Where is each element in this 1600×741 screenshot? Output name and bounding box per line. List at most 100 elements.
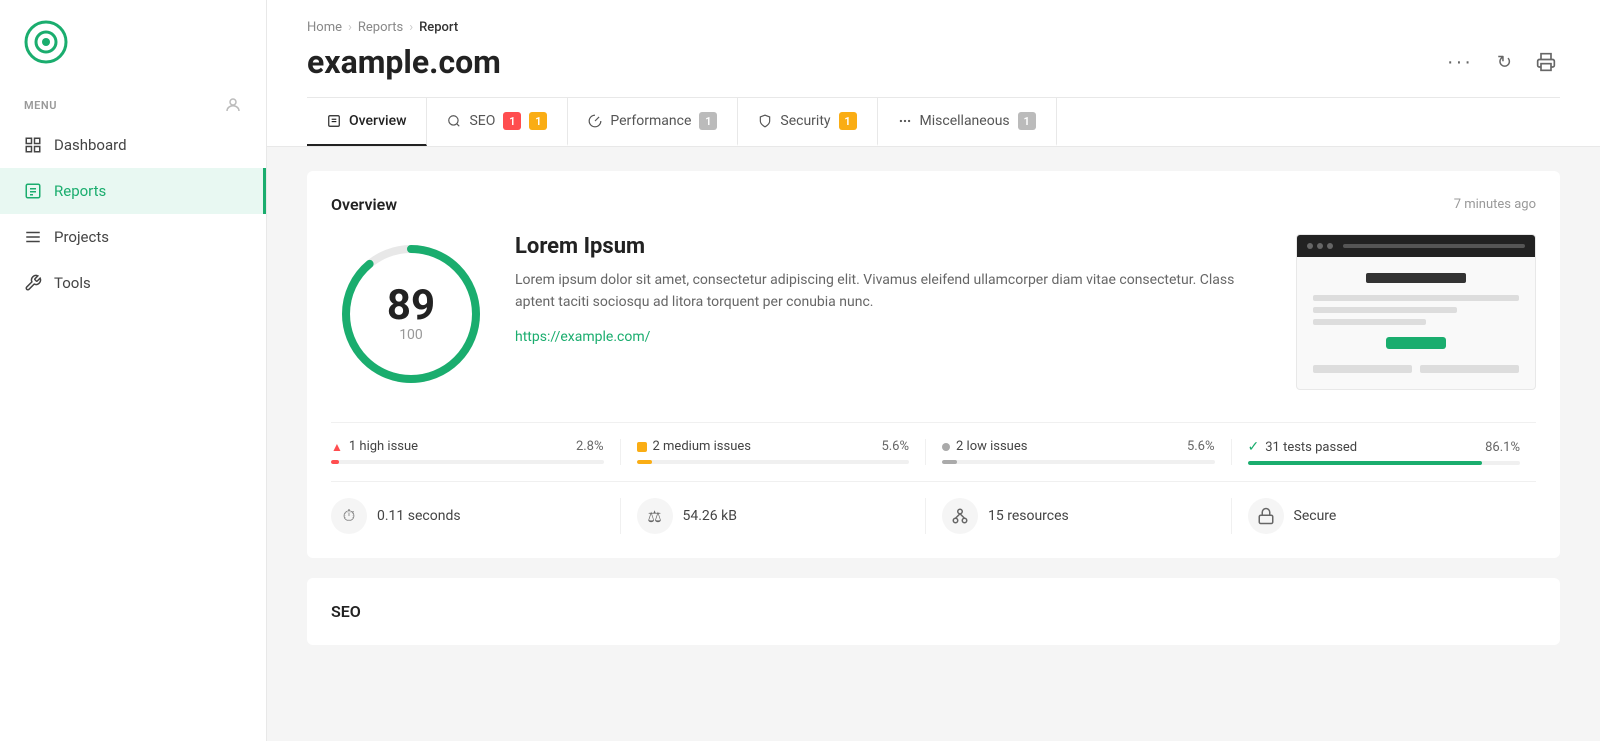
- seo-section: SEO: [307, 578, 1560, 645]
- menu-label: MENU: [0, 84, 266, 122]
- issue-passed-bar: [1248, 461, 1521, 465]
- page-content: Overview 7 minutes ago 89 100: [267, 147, 1600, 669]
- mockup-title: [1366, 273, 1466, 283]
- security-tab-icon: [758, 114, 772, 128]
- breadcrumb-sep-2: ›: [409, 20, 413, 35]
- issue-passed-pct: 86.1%: [1485, 440, 1520, 455]
- circle-gray-icon: [942, 443, 950, 451]
- issue-medium: 2 medium issues 5.6%: [620, 439, 926, 465]
- issue-medium-pct: 5.6%: [881, 439, 909, 454]
- mockup-dot-3: [1327, 243, 1333, 249]
- score-value: 89: [387, 285, 435, 327]
- performance-badge: 1: [699, 112, 717, 130]
- issue-high: ▲ 1 high issue 2.8%: [331, 439, 620, 465]
- print-icon: [1536, 52, 1556, 72]
- tab-seo[interactable]: SEO 1 1: [427, 98, 568, 146]
- issue-high-fill: [331, 460, 339, 464]
- issue-high-label: ▲ 1 high issue: [331, 439, 418, 454]
- overview-link[interactable]: https://example.com/: [515, 329, 650, 345]
- mockup-line-2: [1313, 307, 1457, 313]
- miscellaneous-badge: 1: [1018, 112, 1036, 130]
- overview-tab-icon: [327, 114, 341, 128]
- issue-high-pct: 2.8%: [576, 439, 604, 454]
- issues-row: ▲ 1 high issue 2.8% 2 medium issue: [331, 422, 1536, 465]
- issue-passed: ✓ 31 tests passed 86.1%: [1231, 439, 1537, 465]
- sidebar-item-reports[interactable]: Reports: [0, 168, 266, 214]
- stats-row: ⏱ 0.11 seconds ⚖ 54.26 kB 15 resources: [331, 481, 1536, 534]
- issue-medium-bar: [637, 460, 910, 464]
- mockup-footer-block-1: [1313, 365, 1412, 373]
- seo-tab-icon: [447, 114, 461, 128]
- tab-bar: Overview SEO 1 1 Performance 1: [307, 97, 1560, 146]
- logo: [0, 0, 266, 84]
- breadcrumb-sep-1: ›: [348, 20, 352, 35]
- lock-icon: [1257, 507, 1275, 525]
- performance-tab-icon: [588, 114, 602, 128]
- issue-medium-fill: [637, 460, 652, 464]
- mockup-url-bar: [1343, 244, 1525, 248]
- stat-resources: 15 resources: [925, 498, 1231, 534]
- sidebar: MENU Dashboard Reports Projects: [0, 0, 267, 741]
- overview-section: Overview 7 minutes ago 89 100: [307, 171, 1560, 558]
- issue-low-fill: [942, 460, 957, 464]
- overview-heading: Lorem Ipsum: [515, 234, 1272, 259]
- more-options-button[interactable]: ···: [1443, 47, 1477, 78]
- mockup-line-3: [1313, 319, 1426, 325]
- mockup-dot-1: [1307, 243, 1313, 249]
- mockup-footer: [1297, 365, 1535, 389]
- mockup-dot-2: [1317, 243, 1323, 249]
- overview-description: Lorem Ipsum Lorem ipsum dolor sit amet, …: [515, 234, 1272, 345]
- sidebar-item-projects[interactable]: Projects: [0, 214, 266, 260]
- issue-medium-label: 2 medium issues: [637, 439, 751, 454]
- time-icon: ⏱: [331, 498, 367, 534]
- tab-overview[interactable]: Overview: [307, 98, 427, 146]
- issue-low-label: 2 low issues: [942, 439, 1027, 454]
- size-icon: ⚖: [637, 498, 673, 534]
- print-button[interactable]: [1532, 48, 1560, 76]
- breadcrumb: Home › Reports › Report: [307, 20, 1560, 35]
- sidebar-item-dashboard[interactable]: Dashboard: [0, 122, 266, 168]
- header-actions: ··· ↻: [1443, 47, 1560, 78]
- app-logo: [24, 20, 68, 64]
- tab-security[interactable]: Security 1: [738, 98, 877, 146]
- mockup-footer-block-2: [1420, 365, 1519, 373]
- tab-miscellaneous[interactable]: Miscellaneous 1: [878, 98, 1057, 146]
- tab-performance[interactable]: Performance 1: [568, 98, 738, 146]
- seo-badge-red: 1: [503, 112, 521, 130]
- triangle-icon: ▲: [331, 440, 343, 454]
- dashboard-icon: [24, 136, 42, 154]
- overview-header: Overview 7 minutes ago: [331, 195, 1536, 214]
- issue-low: 2 low issues 5.6%: [925, 439, 1231, 465]
- issue-passed-fill: [1248, 461, 1483, 465]
- seo-badge-yellow: 1: [529, 112, 547, 130]
- secure-icon: [1248, 498, 1284, 534]
- check-icon: ✓: [1248, 439, 1260, 455]
- preview-mockup: [1296, 234, 1536, 390]
- reports-icon: [24, 182, 42, 200]
- score-inner: 89 100: [387, 285, 435, 343]
- mockup-browser-bar: [1297, 235, 1535, 257]
- issue-low-bar: [942, 460, 1215, 464]
- sidebar-item-tools[interactable]: Tools: [0, 260, 266, 306]
- mockup-body: [1297, 257, 1535, 365]
- resources-icon: [942, 498, 978, 534]
- security-badge: 1: [839, 112, 857, 130]
- main-content: Home › Reports › Report example.com ··· …: [267, 0, 1600, 741]
- score-circle: 89 100: [331, 234, 491, 394]
- page-header: Home › Reports › Report example.com ··· …: [267, 0, 1600, 147]
- profile-icon: [224, 96, 242, 114]
- overview-desc-text: Lorem ipsum dolor sit amet, consectetur …: [515, 269, 1272, 314]
- refresh-button[interactable]: ↻: [1493, 48, 1516, 77]
- issue-high-bar: [331, 460, 604, 464]
- projects-icon: [24, 228, 42, 246]
- tools-icon: [24, 274, 42, 292]
- stat-time: ⏱ 0.11 seconds: [331, 498, 620, 534]
- overview-timestamp: 7 minutes ago: [1454, 197, 1536, 212]
- issue-low-pct: 5.6%: [1187, 439, 1215, 454]
- overview-title: Overview: [331, 195, 397, 214]
- mockup-line-1: [1313, 295, 1519, 301]
- resources-svg-icon: [951, 507, 969, 525]
- square-yellow-icon: [637, 442, 647, 452]
- stat-size: ⚖ 54.26 kB: [620, 498, 926, 534]
- issue-passed-label: ✓ 31 tests passed: [1248, 439, 1358, 455]
